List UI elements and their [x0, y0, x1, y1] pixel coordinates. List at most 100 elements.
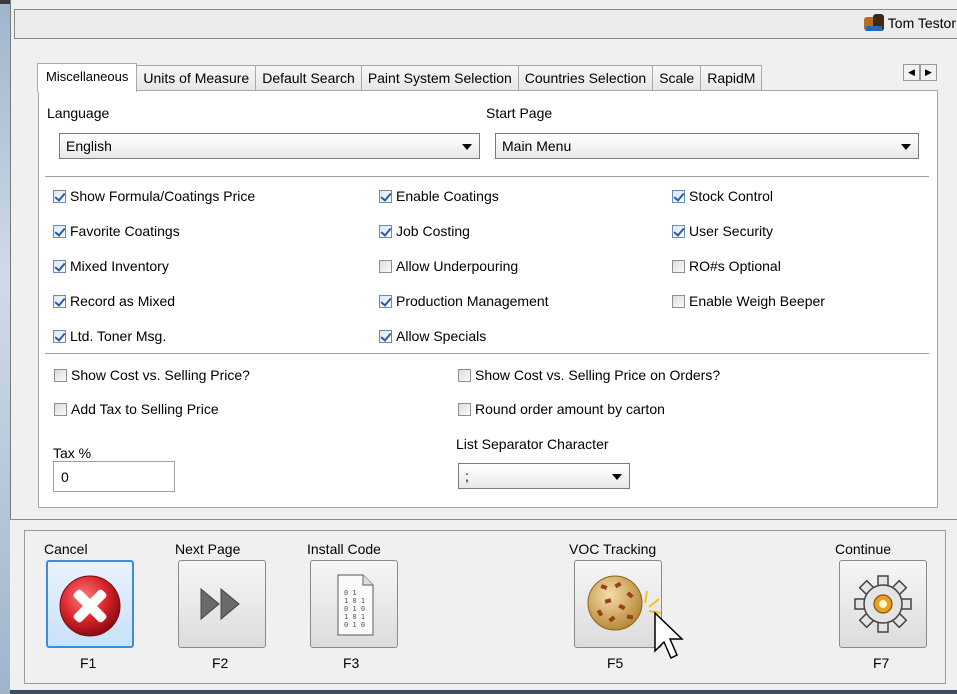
checkbox-stock-control[interactable]: Stock Control	[672, 188, 773, 204]
checkbox-icon	[458, 368, 471, 382]
checkbox-icon	[672, 259, 685, 273]
binary-document-icon: 0 11 0 10 1 01 0 10 1 0	[337, 574, 374, 636]
svg-text:0 1 0: 0 1 0	[344, 605, 365, 613]
checkbox-enable-weigh-beeper[interactable]: Enable Weigh Beeper	[672, 293, 825, 309]
tab-default-search[interactable]: Default Search	[255, 65, 362, 91]
checkbox-favorite-coatings[interactable]: Favorite Coatings	[53, 223, 180, 239]
tab-page-miscellaneous: Language English Start Page Main Menu Sh…	[38, 90, 938, 508]
chevron-down-icon	[462, 144, 472, 150]
chevron-down-icon	[901, 144, 911, 150]
window-left-edge	[0, 0, 10, 694]
function-key-group	[24, 530, 946, 684]
checkbox-user-security[interactable]: User Security	[672, 223, 773, 239]
tax-label: Tax %	[53, 445, 92, 461]
next-page-caption: Next Page	[175, 541, 241, 557]
continue-button-group: Continue F7	[833, 541, 933, 671]
cancel-key: F1	[80, 655, 97, 671]
svg-text:0 1: 0 1	[344, 589, 357, 597]
checkbox-icon	[53, 294, 66, 308]
top-bar: Tom Testor	[14, 9, 957, 39]
svg-text:0 1 0: 0 1 0	[344, 621, 365, 629]
checkbox-show-formula-coatings-price[interactable]: Show Formula/Coatings Price	[53, 188, 255, 204]
language-label: Language	[47, 105, 110, 121]
continue-button[interactable]	[839, 560, 927, 648]
install-code-button[interactable]: 0 11 0 10 1 01 0 10 1 0	[310, 560, 398, 648]
checkbox-ltd-toner-msg[interactable]: Ltd. Toner Msg.	[53, 328, 166, 344]
cancel-button[interactable]	[46, 560, 134, 648]
checkbox-allow-underpouring[interactable]: Allow Underpouring	[379, 258, 518, 274]
install-code-button-group: Install Code 0 11 0 10 1 01 0 10 1 0 F3	[307, 541, 407, 671]
checkbox-icon	[672, 294, 685, 308]
voc-tracking-button[interactable]	[574, 560, 662, 648]
continue-key: F7	[873, 655, 890, 671]
user-name: Tom Testor	[887, 15, 956, 31]
svg-text:1 0 1: 1 0 1	[344, 613, 365, 621]
taskbar-edge	[10, 690, 957, 694]
tab-countries-selection[interactable]: Countries Selection	[517, 65, 654, 91]
tab-miscellaneous[interactable]: Miscellaneous	[37, 63, 138, 92]
next-page-button[interactable]	[178, 560, 266, 648]
tab-paint-system-selection[interactable]: Paint System Selection	[360, 65, 519, 91]
double-arrow-icon	[200, 587, 240, 621]
list-separator-label: List Separator Character	[456, 436, 609, 452]
checkbox-icon	[53, 259, 66, 273]
voc-tracking-button-group: VOC Tracking F5	[567, 541, 684, 671]
checkbox-icon	[458, 402, 471, 416]
gear-icon	[854, 575, 912, 633]
checkbox-allow-specials[interactable]: Allow Specials	[379, 328, 486, 344]
checkbox-icon	[53, 329, 66, 343]
tab-scroll-right-icon[interactable]: ▶	[920, 64, 937, 81]
user-avatar-icon	[863, 14, 884, 32]
checkbox-show-cost-on-orders[interactable]: Show Cost vs. Selling Price on Orders?	[458, 367, 720, 383]
user-indicator[interactable]: Tom Testor	[863, 14, 956, 32]
next-page-button-group: Next Page F2	[175, 541, 275, 671]
checkbox-icon	[379, 224, 392, 238]
checkbox-enable-coatings[interactable]: Enable Coatings	[379, 188, 499, 204]
checkbox-icon	[53, 224, 66, 238]
checkbox-icon	[53, 189, 66, 203]
install-code-caption: Install Code	[307, 541, 381, 557]
checkbox-icon	[379, 329, 392, 343]
chevron-down-icon	[612, 474, 622, 480]
checkbox-ro-optional[interactable]: RO#s Optional	[672, 258, 781, 274]
checkbox-add-tax-to-selling-price[interactable]: Add Tax to Selling Price	[54, 401, 219, 417]
language-select[interactable]: English	[59, 133, 480, 159]
checkbox-icon	[54, 368, 67, 382]
tax-value: 0	[61, 469, 69, 485]
next-page-key: F2	[212, 655, 229, 671]
tab-scroll-left-icon[interactable]: ◀	[903, 64, 920, 81]
checkbox-show-cost-vs-selling-price[interactable]: Show Cost vs. Selling Price?	[54, 367, 250, 383]
tab-scroll-buttons: ◀ ▶	[903, 64, 937, 81]
function-key-bar	[10, 519, 957, 693]
divider	[45, 176, 929, 178]
mouse-cursor-icon	[654, 611, 684, 660]
list-separator-select[interactable]: ;	[458, 463, 630, 489]
checkbox-production-management[interactable]: Production Management	[379, 293, 549, 309]
checkbox-icon	[672, 189, 685, 203]
list-separator-value: ;	[465, 468, 469, 484]
checkbox-icon	[54, 402, 67, 416]
checkbox-mixed-inventory[interactable]: Mixed Inventory	[53, 258, 169, 274]
settings-panel: Miscellaneous Units of Measure Default S…	[24, 52, 939, 510]
checkbox-icon	[672, 224, 685, 238]
tab-scale[interactable]: Scale	[652, 65, 702, 91]
tab-rapidm[interactable]: RapidM	[700, 65, 763, 91]
start-page-label: Start Page	[486, 105, 553, 121]
checkbox-icon	[379, 294, 392, 308]
language-value: English	[66, 138, 112, 154]
voc-cookie-icon	[587, 575, 662, 631]
tax-input[interactable]: 0	[53, 461, 175, 492]
start-page-select[interactable]: Main Menu	[495, 133, 919, 159]
cancel-x-icon	[59, 575, 121, 637]
checkbox-record-as-mixed[interactable]: Record as Mixed	[53, 293, 175, 309]
voc-tracking-caption: VOC Tracking	[569, 541, 657, 557]
divider	[45, 353, 929, 355]
svg-text:1 0 1: 1 0 1	[344, 597, 365, 605]
start-page-value: Main Menu	[502, 138, 572, 154]
tab-units-of-measure[interactable]: Units of Measure	[136, 65, 257, 91]
checkbox-job-costing[interactable]: Job Costing	[379, 223, 470, 239]
checkbox-icon	[379, 259, 392, 273]
checkbox-round-order-by-carton[interactable]: Round order amount by carton	[458, 401, 665, 417]
cancel-caption: Cancel	[44, 541, 88, 557]
tab-strip: Miscellaneous Units of Measure Default S…	[37, 63, 763, 92]
